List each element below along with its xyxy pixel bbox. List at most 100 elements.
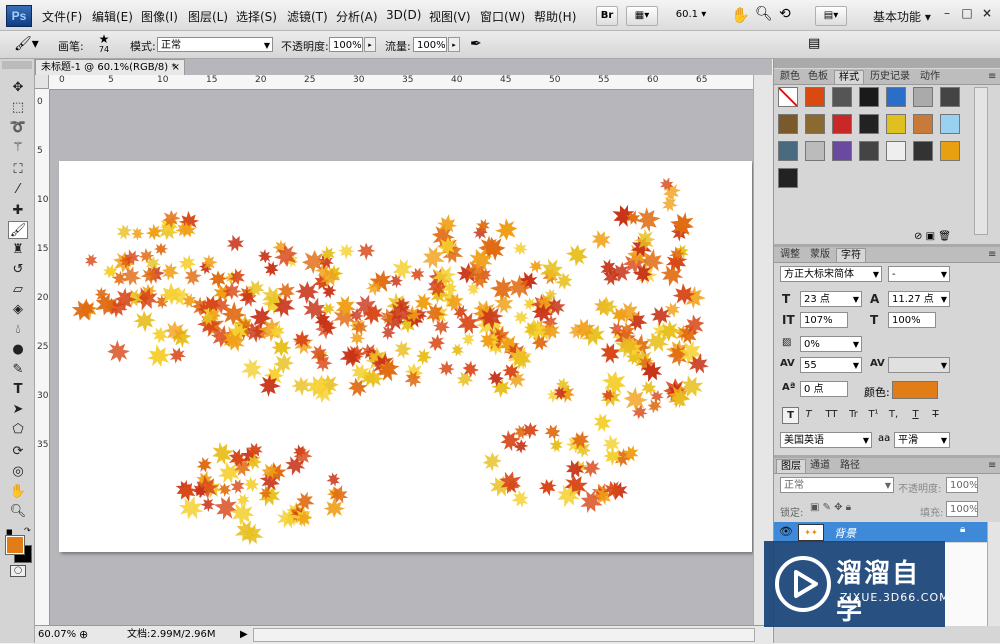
horizontal-scrollbar[interactable]: [253, 628, 755, 642]
clone-stamp-tool-icon[interactable]: ♜: [8, 241, 28, 259]
style-preset-swatch[interactable]: [940, 114, 960, 134]
style-preset-swatch[interactable]: [886, 114, 906, 134]
menu-view[interactable]: 视图(V): [429, 8, 471, 25]
tsume-select[interactable]: 0% ▼: [800, 336, 862, 352]
rotate-view-icon[interactable]: ⟲: [779, 6, 791, 22]
font-style-select[interactable]: - ▼: [888, 266, 950, 282]
marquee-tool-icon[interactable]: ⬚: [8, 99, 28, 117]
ruler-origin[interactable]: [35, 75, 49, 89]
tab-actions[interactable]: 动作: [916, 70, 944, 84]
menu-help[interactable]: 帮助(H): [534, 8, 576, 25]
document-tab[interactable]: 未标题-1 @ 60.1%(RGB/8) * ×: [35, 59, 185, 75]
style-preset-swatch[interactable]: [832, 141, 852, 161]
path-selection-tool-icon[interactable]: ➤: [8, 401, 28, 419]
menu-filter[interactable]: 滤镜(T): [287, 8, 328, 25]
antialias-select[interactable]: 平滑 ▼: [894, 432, 950, 448]
style-preset-swatch[interactable]: [913, 114, 933, 134]
menu-analysis[interactable]: 分析(A): [336, 8, 378, 25]
menu-select[interactable]: 选择(S): [236, 8, 277, 25]
blur-tool-icon[interactable]: 💧︎: [8, 321, 28, 339]
strikethrough-button[interactable]: T: [928, 407, 943, 422]
font-family-select[interactable]: 方正大标宋简体 ▼: [780, 266, 882, 282]
maximize-button[interactable]: □: [956, 4, 978, 22]
style-preset-swatch[interactable]: [832, 87, 852, 107]
vertical-scale-input[interactable]: 107%: [800, 312, 848, 328]
move-tool-icon[interactable]: ✥: [8, 79, 28, 97]
menu-edit[interactable]: 编辑(E): [92, 8, 133, 25]
panel-dock-header[interactable]: [774, 59, 1000, 68]
style-preset-swatch[interactable]: [886, 141, 906, 161]
panel-toggle-icon[interactable]: ▤: [808, 36, 820, 51]
kerning-select[interactable]: ▼: [888, 357, 950, 373]
menu-file[interactable]: 文件(F): [42, 8, 82, 25]
zoom-tool-icon[interactable]: 🔍︎: [8, 503, 28, 521]
flow-input[interactable]: 100%: [413, 37, 447, 52]
menu-layer[interactable]: 图层(L): [188, 8, 228, 25]
workspace-switcher[interactable]: 基本功能 ▾: [873, 8, 931, 25]
photoshop-logo[interactable]: Ps: [6, 5, 32, 27]
bridge-button[interactable]: Br: [596, 6, 618, 26]
font-size-select[interactable]: 23 点 ▼: [800, 291, 862, 307]
zoom-level-dropdown[interactable]: 60.1 ▾: [668, 6, 714, 24]
language-select[interactable]: 美国英语 ▼: [780, 432, 872, 448]
style-preset-swatch[interactable]: [778, 114, 798, 134]
mode-select[interactable]: 正常 ▼: [157, 37, 273, 52]
dodge-tool-icon[interactable]: ●: [8, 341, 28, 359]
arrange-documents-button[interactable]: ▤▾: [815, 6, 847, 26]
faux-italic-button[interactable]: T: [801, 407, 816, 422]
brush-tool-preset-icon[interactable]: 🖌︎▾: [14, 36, 39, 52]
quick-mask-icon[interactable]: ◯: [10, 565, 26, 577]
all-caps-button[interactable]: TT: [824, 407, 839, 422]
paint-bucket-tool-icon[interactable]: ◈: [8, 301, 28, 319]
healing-brush-tool-icon[interactable]: ✚: [8, 202, 28, 220]
zoom-icon[interactable]: 🔍︎: [755, 6, 773, 22]
view-extras-button[interactable]: ▦▾: [626, 6, 658, 26]
brush-tool-icon[interactable]: 🖌︎: [8, 221, 28, 239]
style-preset-swatch[interactable]: [859, 87, 879, 107]
delete-style-icon[interactable]: 🗑︎: [938, 231, 951, 242]
tools-panel-grip[interactable]: [2, 61, 32, 69]
3d-rotate-tool-icon[interactable]: ⟳: [8, 443, 28, 461]
tab-adjustments[interactable]: 调整: [776, 248, 804, 262]
vertical-ruler[interactable]: 0 5 10 15 20 25 30 35: [35, 89, 50, 625]
menu-image[interactable]: 图像(I): [141, 8, 178, 25]
swap-colors-icon[interactable]: ↷: [24, 526, 31, 535]
minimize-button[interactable]: –: [936, 4, 958, 22]
tab-history[interactable]: 历史记录: [866, 70, 914, 84]
layer-name[interactable]: 背景: [834, 525, 856, 541]
style-preset-swatch[interactable]: [940, 141, 960, 161]
default-colors-icon[interactable]: ■: [6, 528, 13, 536]
tab-channels[interactable]: 通道: [806, 459, 834, 473]
small-caps-button[interactable]: Tr: [846, 407, 861, 422]
shape-tool-icon[interactable]: ⬠: [8, 421, 28, 439]
style-preset-swatch[interactable]: [805, 141, 825, 161]
status-zoom[interactable]: 60.07%: [38, 626, 76, 644]
fill-input[interactable]: 100%: [946, 501, 978, 517]
leading-select[interactable]: 11.27 点 ▼: [888, 291, 950, 307]
horizontal-scale-input[interactable]: 100%: [888, 312, 936, 328]
style-preset-swatch[interactable]: [940, 87, 960, 107]
flow-slider-button[interactable]: ▸: [448, 37, 460, 52]
tab-swatches[interactable]: 色板: [804, 70, 832, 84]
3d-orbit-tool-icon[interactable]: ◎: [8, 463, 28, 481]
opacity-slider-button[interactable]: ▸: [364, 37, 376, 52]
character-panel-menu-icon[interactable]: ≡: [984, 248, 1000, 262]
hand-tool-icon[interactable]: ✋: [8, 483, 28, 501]
document-canvas[interactable]: [59, 161, 752, 552]
style-preset-swatch[interactable]: [805, 87, 825, 107]
style-preset-swatch[interactable]: [778, 168, 798, 188]
style-preset-swatch[interactable]: [859, 114, 879, 134]
lock-icons[interactable]: ▣ ✎ ✥ 🔒︎: [810, 502, 851, 513]
close-button[interactable]: ×: [976, 4, 998, 22]
style-preset-swatch[interactable]: [886, 87, 906, 107]
pen-tool-icon[interactable]: ✎: [8, 361, 28, 379]
tracking-select[interactable]: 55 ▼: [800, 357, 862, 373]
underline-button[interactable]: T: [908, 407, 923, 422]
foreground-color-swatch[interactable]: [5, 535, 25, 555]
magic-wand-tool-icon[interactable]: ⚚: [8, 139, 28, 157]
layers-scrollbar[interactable]: [987, 522, 1000, 626]
layer-opacity-input[interactable]: 100%: [946, 477, 978, 493]
baseline-shift-input[interactable]: 0 点: [800, 381, 848, 397]
style-preset-swatch[interactable]: [913, 87, 933, 107]
style-preset-swatch[interactable]: [832, 114, 852, 134]
